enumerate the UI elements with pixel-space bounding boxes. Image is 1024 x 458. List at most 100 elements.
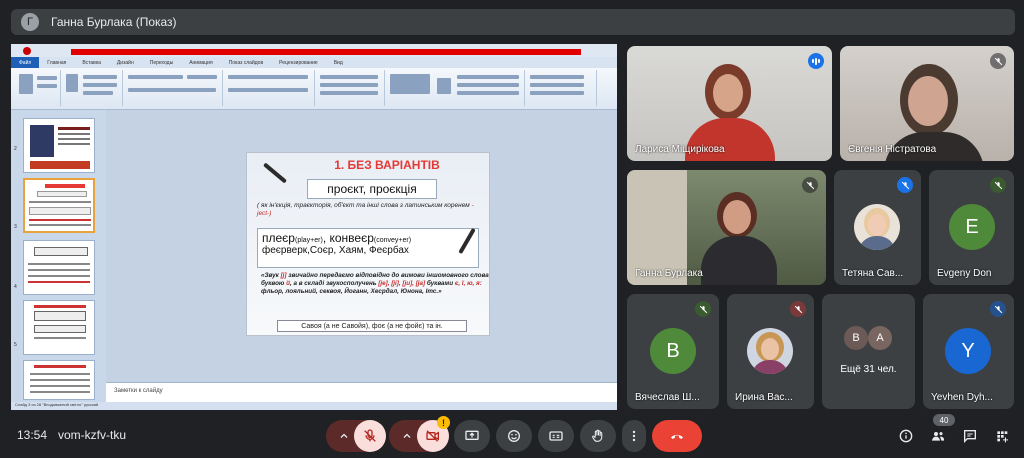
mic-options-chevron-icon[interactable] bbox=[334, 420, 354, 452]
participant-tile[interactable]: Лариса Міщирікова bbox=[627, 46, 832, 161]
ppt-tab-review[interactable]: Рецензирование bbox=[271, 60, 326, 66]
mic-off-icon bbox=[897, 177, 913, 193]
ribbon-group-editing[interactable] bbox=[525, 70, 597, 106]
more-vert-icon bbox=[632, 430, 636, 442]
ppt-tab-design[interactable]: Дизайн bbox=[109, 60, 142, 66]
participant-tile[interactable]: Y Yevhen Dyh... bbox=[923, 294, 1014, 409]
slide-rule: «Звук [j] звичайно передаємо відповідно … bbox=[261, 272, 489, 295]
participant-tile[interactable]: Ирина Вас... bbox=[727, 294, 814, 409]
participant-name: Ирина Вас... bbox=[735, 392, 793, 403]
meet-window: Г Ганна Бурлака (Показ) Файл Главная Вст… bbox=[0, 0, 1024, 458]
avatar bbox=[854, 204, 900, 250]
captions-button[interactable] bbox=[538, 420, 574, 452]
participant-name: Вячеслав Ш... bbox=[635, 392, 700, 403]
chat-icon bbox=[964, 430, 976, 443]
present-screen-icon bbox=[465, 430, 479, 440]
mic-off-icon bbox=[695, 301, 711, 317]
people-button[interactable] bbox=[925, 423, 951, 449]
participant-name: Yevhen Dyh... bbox=[931, 392, 993, 403]
ppt-slide-panel[interactable]: 2 3 4 5 bbox=[11, 110, 106, 402]
presenter-label: Ганна Бурлака (Показ) bbox=[51, 15, 177, 29]
chat-button[interactable] bbox=[957, 423, 983, 449]
mic-off-icon bbox=[990, 301, 1006, 317]
avatar: A bbox=[868, 326, 892, 350]
ppt-tab-insert[interactable]: Вставка bbox=[74, 60, 109, 66]
leave-call-button[interactable] bbox=[652, 420, 702, 452]
avatar: E bbox=[949, 204, 995, 250]
ppt-tab-slideshow[interactable]: Показ слайдов bbox=[221, 60, 271, 66]
slide-thumb[interactable] bbox=[23, 240, 95, 295]
more-participants-tile[interactable]: B A Ещё 31 чел. bbox=[822, 294, 915, 409]
participant-name: Євгенія Ністратова bbox=[848, 144, 937, 155]
ppt-app-icon bbox=[23, 47, 31, 55]
slide-thumb-selected[interactable] bbox=[23, 178, 95, 233]
meeting-info-button[interactable] bbox=[893, 423, 919, 449]
raise-hand-button[interactable] bbox=[580, 420, 616, 452]
ppt-slide-editor[interactable]: 1. БЕЗ ВАРІАНТІВ проєкт, проєкція ( як і… bbox=[106, 110, 617, 382]
ppt-statusbar: Слайд 3 из 28 "Вподовжений світло" русск… bbox=[11, 402, 617, 410]
avatar: Y bbox=[945, 328, 991, 374]
avatar: B bbox=[844, 326, 868, 350]
mic-off-button[interactable] bbox=[354, 420, 386, 452]
call-end-icon bbox=[671, 434, 683, 439]
camera-options-chevron-icon[interactable] bbox=[397, 420, 417, 452]
ribbon-group-drawing[interactable] bbox=[385, 70, 525, 106]
meeting-time: 13:54 bbox=[17, 428, 48, 442]
ppt-tab-animation[interactable]: Анимация bbox=[181, 60, 220, 66]
ppt-tab-file[interactable]: Файл bbox=[11, 57, 40, 68]
mic-button-group[interactable] bbox=[326, 420, 386, 452]
slide-thumb[interactable] bbox=[23, 118, 95, 173]
activities-button[interactable] bbox=[989, 423, 1015, 449]
slide-title: 1. БЕЗ ВАРІАНТІВ bbox=[334, 158, 440, 172]
mic-off-icon bbox=[790, 301, 806, 317]
captions-icon bbox=[549, 431, 563, 441]
ppt-ribbon bbox=[11, 68, 617, 110]
ppt-tab-transitions[interactable]: Переходы bbox=[142, 60, 181, 66]
people-icon bbox=[932, 432, 945, 441]
avatar: В bbox=[650, 328, 696, 374]
ribbon-group-clipboard[interactable] bbox=[13, 70, 61, 106]
participant-name: Evgeny Don bbox=[937, 268, 992, 279]
mic-off-icon bbox=[990, 53, 1006, 69]
pen-icon bbox=[262, 162, 288, 184]
participant-tile[interactable]: E Evgeny Don bbox=[929, 170, 1014, 285]
shared-screen[interactable]: Файл Главная Вставка Дизайн Переходы Ани… bbox=[11, 44, 617, 410]
speaking-indicator-icon bbox=[808, 53, 824, 69]
ribbon-group-paragraph[interactable] bbox=[223, 70, 315, 106]
ribbon-group-slides[interactable] bbox=[61, 70, 123, 106]
meeting-code[interactable]: vom-kzfv-tku bbox=[58, 428, 126, 442]
current-slide: 1. БЕЗ ВАРІАНТІВ проєкт, проєкція ( як і… bbox=[246, 152, 490, 336]
ppt-notes[interactable]: Заметки к слайду bbox=[106, 382, 617, 402]
participant-tile[interactable]: Ганна Бурлака bbox=[627, 170, 826, 285]
avatar bbox=[747, 328, 793, 374]
present-screen-button[interactable] bbox=[454, 420, 490, 452]
more-options-button[interactable] bbox=[622, 420, 646, 452]
warning-badge-icon[interactable]: ! bbox=[437, 416, 450, 429]
presenter-avatar: Г bbox=[21, 13, 39, 31]
apps-icon bbox=[997, 431, 1008, 443]
ppt-ribbon-tabs: Файл Главная Вставка Дизайн Переходы Ани… bbox=[11, 57, 617, 68]
slide-note: ( як ін'єкція, траєкторія, об'єкт та інш… bbox=[257, 202, 474, 217]
hand-icon bbox=[592, 429, 603, 442]
slide-thumb[interactable] bbox=[23, 300, 95, 355]
camera-off-icon bbox=[426, 430, 439, 442]
ppt-tab-home[interactable]: Главная bbox=[39, 60, 74, 66]
participant-tile[interactable]: Тетяна Сав... bbox=[834, 170, 921, 285]
participant-tile[interactable]: В Вячеслав Ш... bbox=[627, 294, 719, 409]
slide-box-project: проєкт, проєкція bbox=[307, 179, 437, 199]
ppt-tab-view[interactable]: Вид bbox=[326, 60, 351, 66]
mic-off-icon bbox=[364, 429, 376, 442]
mic-off-icon bbox=[802, 177, 818, 193]
participant-tile[interactable]: Євгенія Ністратова bbox=[840, 46, 1014, 161]
participant-name: Тетяна Сав... bbox=[842, 268, 904, 279]
info-icon bbox=[899, 429, 913, 443]
slide-thumb[interactable] bbox=[23, 360, 95, 400]
participant-name: Лариса Міщирікова bbox=[635, 144, 725, 155]
slide-box-player: плеєр(play+er), конвеєр(convey+er) феєрв… bbox=[257, 228, 479, 268]
emoji-icon bbox=[508, 430, 520, 442]
ribbon-group-font[interactable] bbox=[123, 70, 223, 106]
participant-name: Ганна Бурлака bbox=[635, 268, 703, 279]
reactions-button[interactable] bbox=[496, 420, 532, 452]
presenter-bar[interactable]: Г Ганна Бурлака (Показ) bbox=[11, 9, 1015, 35]
ribbon-group-text[interactable] bbox=[315, 70, 385, 106]
